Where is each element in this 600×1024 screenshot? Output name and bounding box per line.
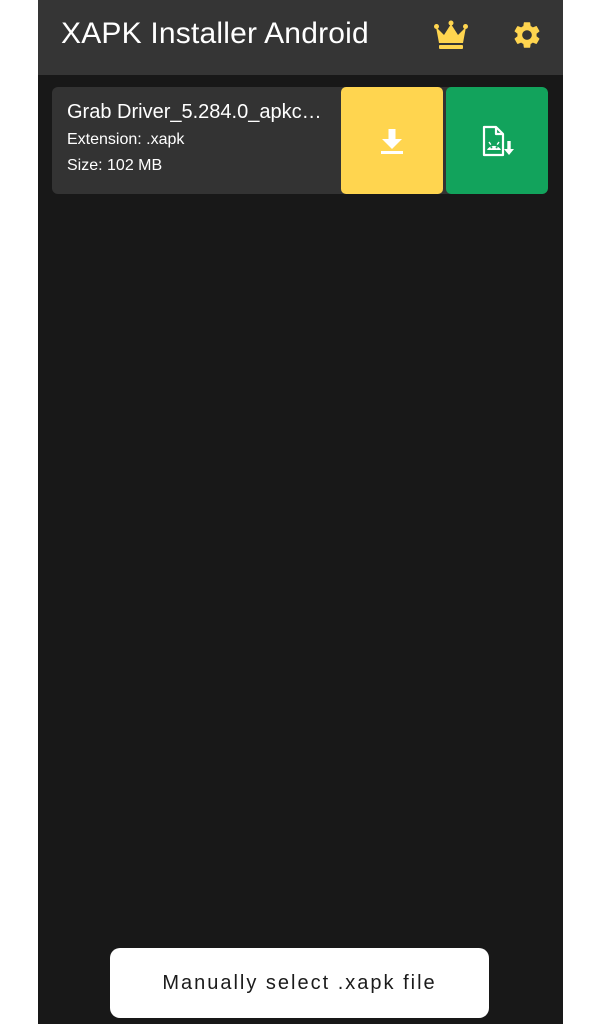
download-button[interactable] xyxy=(341,87,443,194)
app-bar: XAPK Installer Android xyxy=(38,0,563,75)
premium-button[interactable] xyxy=(432,16,470,54)
file-extension: Extension: .xapk xyxy=(67,131,185,148)
settings-button[interactable] xyxy=(508,16,546,54)
app-screen: XAPK Installer Android Grab Driver_5.284… xyxy=(38,0,563,1024)
manual-select-button[interactable]: Manually select .xapk file xyxy=(110,948,489,1018)
file-name: Grab Driver_5.284.0_apkco… xyxy=(67,101,329,123)
crown-icon xyxy=(434,20,468,49)
install-apk-button[interactable] xyxy=(446,87,548,194)
download-icon xyxy=(381,128,403,154)
gear-icon xyxy=(514,22,540,48)
app-title: XAPK Installer Android xyxy=(61,17,369,50)
file-info: Grab Driver_5.284.0_apkco… Extension: .x… xyxy=(67,99,329,179)
file-size: Size: 102 MB xyxy=(67,157,163,174)
file-card[interactable]: Grab Driver_5.284.0_apkco… Extension: .x… xyxy=(52,87,548,194)
android-file-install-icon xyxy=(482,125,514,156)
